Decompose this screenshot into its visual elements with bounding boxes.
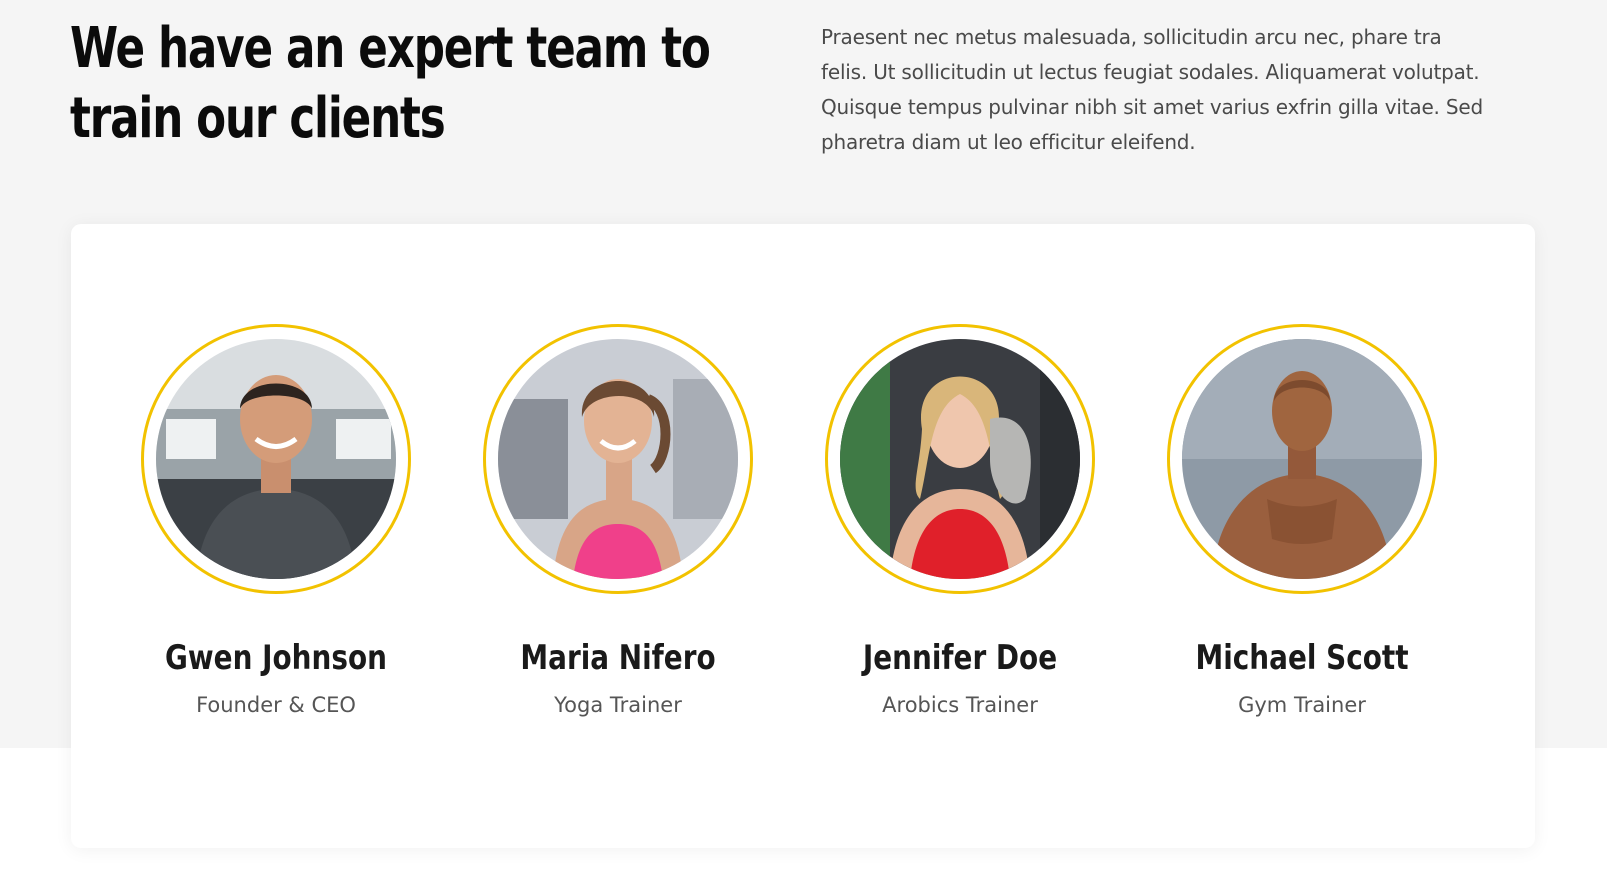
member-role: Founder & CEO: [196, 693, 356, 717]
member-name: Maria Nifero: [520, 638, 716, 678]
intro-line-4: pharetra diam ut leo efficitur eleifend.: [821, 130, 1196, 154]
section-title-line-2: train our clients: [70, 86, 446, 151]
avatar-photo-man-gym: [156, 339, 396, 579]
section-title: We have an expert team to train our clie…: [70, 14, 711, 154]
section-title-line-1: We have an expert team to: [70, 16, 711, 81]
team-member-maria-nifero: Maria Nifero Yoga Trainer: [443, 324, 793, 720]
member-role: Arobics Trainer: [882, 693, 1038, 717]
member-role: Gym Trainer: [1238, 693, 1366, 717]
team-member-michael-scott: Michael Scott Gym Trainer: [1127, 324, 1477, 720]
team-member-jennifer-doe: Jennifer Doe Arobics Trainer: [785, 324, 1135, 720]
avatar-ring: [141, 324, 411, 594]
avatar-ring: [825, 324, 1095, 594]
member-name: Jennifer Doe: [862, 638, 1058, 678]
team-member-gwen-johnson: Gwen Johnson Founder & CEO: [101, 324, 451, 720]
member-name: Gwen Johnson: [165, 638, 387, 678]
intro-line-1: Praesent nec metus malesuada, sollicitud…: [821, 25, 1442, 49]
avatar-ring: [1167, 324, 1437, 594]
avatar-photo-man-shirtless: [1182, 339, 1422, 579]
member-name: Michael Scott: [1195, 638, 1409, 678]
intro-line-2: felis. Ut sollicitudin ut lectus feugiat…: [821, 60, 1480, 84]
team-card: Gwen Johnson Founder & CEO Maria Nifero …: [71, 224, 1535, 848]
avatar-photo-woman-towel: [840, 339, 1080, 579]
avatar-ring: [483, 324, 753, 594]
intro-line-3: Quisque tempus pulvinar nibh sit amet va…: [821, 95, 1483, 119]
member-role: Yoga Trainer: [554, 693, 682, 717]
avatar-photo-woman-yoga: [498, 339, 738, 579]
section-intro: Praesent nec metus malesuada, sollicitud…: [821, 20, 1521, 160]
